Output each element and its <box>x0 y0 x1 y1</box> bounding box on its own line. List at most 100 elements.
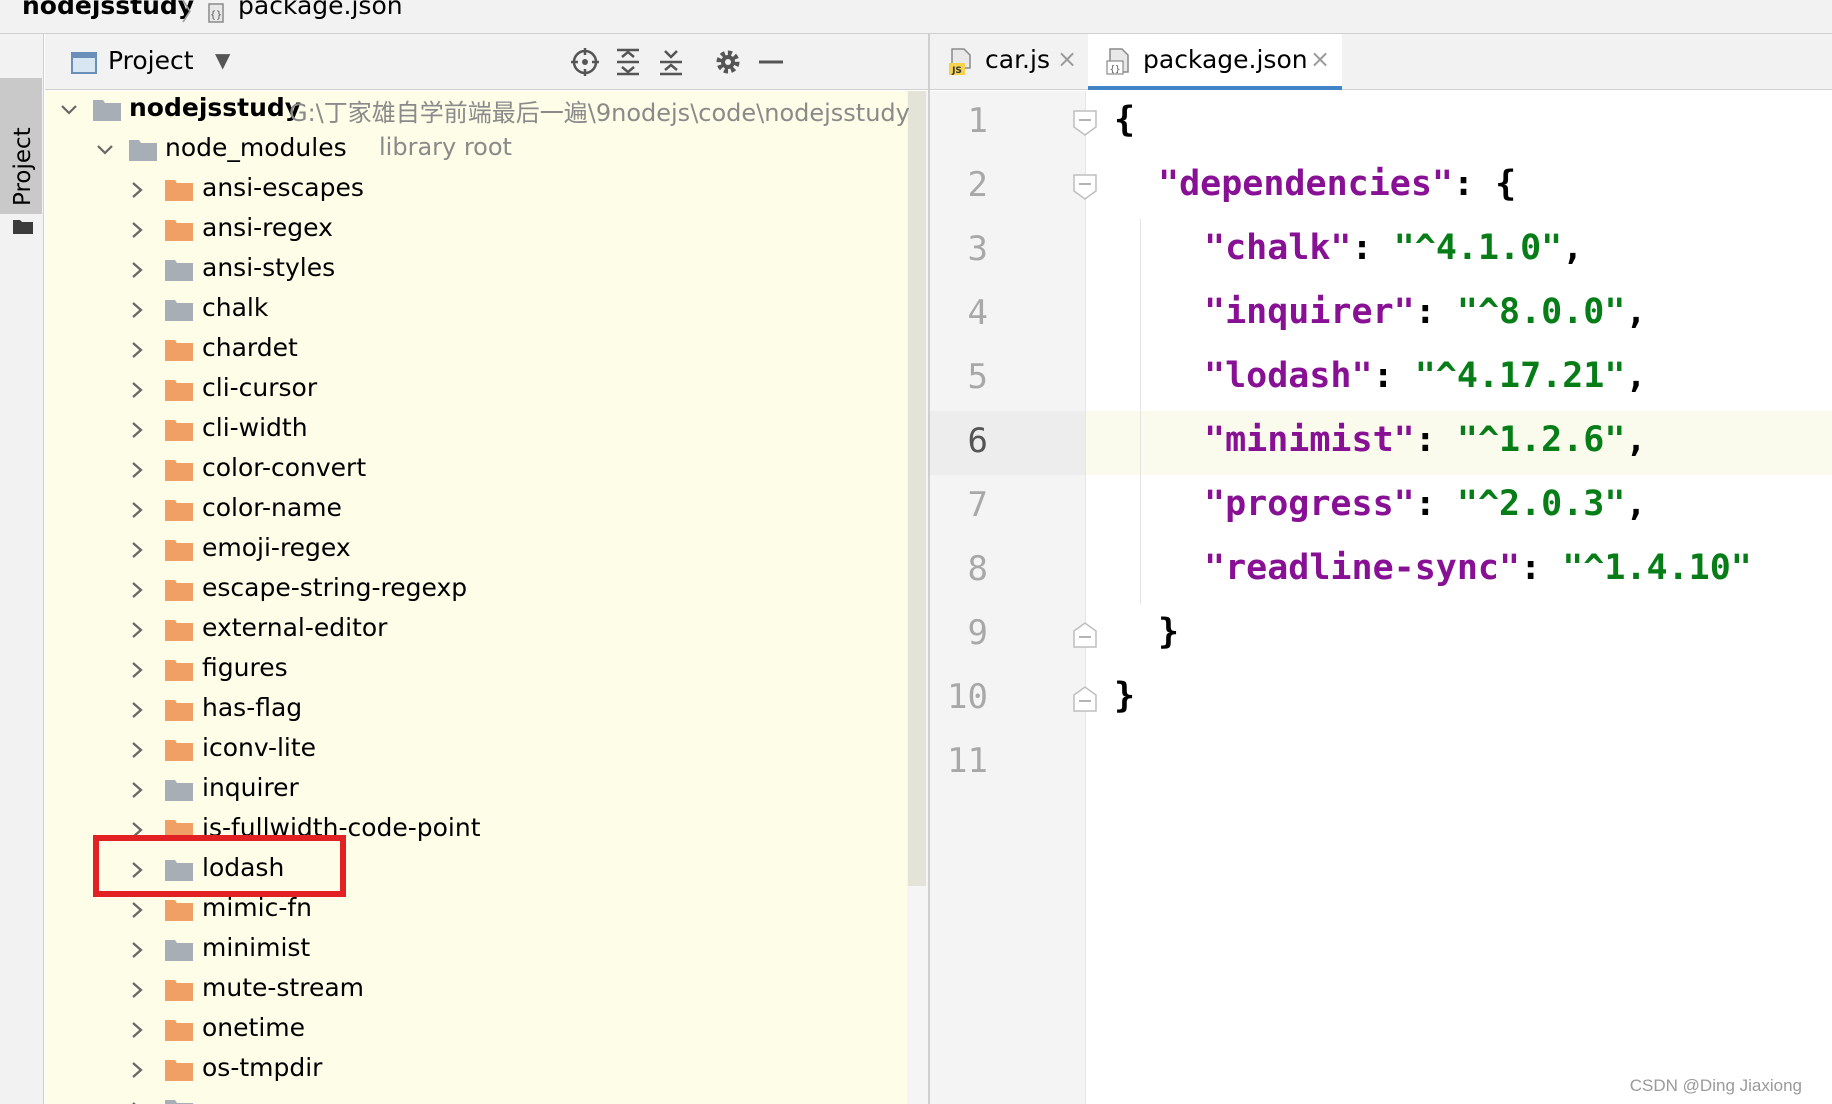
tree-row[interactable]: figures <box>45 651 907 691</box>
chevron-right-icon[interactable] <box>130 1100 144 1104</box>
tree-row[interactable]: ansi-regex <box>45 211 907 251</box>
chevron-right-icon[interactable] <box>130 980 144 1000</box>
code-editor[interactable]: 1 {2 "dependencies": {3 "chalk": "^4.1.0", 4… <box>930 91 1832 1104</box>
chevron-right-icon[interactable] <box>130 1020 144 1040</box>
collapse-all-icon[interactable] <box>655 46 687 78</box>
tool-window-stripe: Project <box>0 34 44 1104</box>
tree-row[interactable]: cli-cursor <box>45 371 907 411</box>
close-icon[interactable]: × <box>1310 45 1330 73</box>
json-string: "^4.17.21" <box>1414 356 1626 396</box>
tree-row[interactable]: iconv-lite <box>45 731 907 771</box>
hide-panel-icon[interactable] <box>755 46 787 78</box>
tree-row[interactable]: emoji-regex <box>45 531 907 571</box>
tree-row[interactable] <box>45 1091 907 1104</box>
tree-row[interactable]: mute-stream <box>45 971 907 1011</box>
tree-row[interactable]: escape-string-regexp <box>45 571 907 611</box>
folder-icon <box>165 380 193 401</box>
chevron-down-icon[interactable]: ▼ <box>215 48 230 72</box>
chevron-right-icon[interactable] <box>130 460 144 480</box>
chevron-right-icon[interactable] <box>130 740 144 760</box>
breadcrumb-file[interactable]: package.json <box>238 0 403 20</box>
chevron-down-icon[interactable] <box>95 140 115 160</box>
locate-icon[interactable] <box>569 46 601 78</box>
line-number: 3 <box>967 229 988 269</box>
tree-row[interactable]: ansi-escapes <box>45 171 907 211</box>
ide-window: nodejsstudy 〉 {} package.json Project Pr… <box>0 0 1832 1104</box>
json-key: "progress" <box>1204 484 1415 524</box>
tree-row[interactable]: minimist <box>45 931 907 971</box>
json-file-icon: {} <box>208 3 224 23</box>
json-key: "chalk" <box>1204 228 1352 268</box>
line-number: 4 <box>967 293 988 333</box>
tree-row[interactable]: mimic-fn <box>45 891 907 931</box>
navigation-bar: nodejsstudy 〉 {} package.json <box>0 0 1832 34</box>
chevron-right-icon[interactable] <box>130 660 144 680</box>
tree-scrollbar-thumb[interactable] <box>908 91 926 886</box>
folder-icon <box>165 1100 193 1104</box>
chevron-right-icon[interactable] <box>130 700 144 720</box>
folder-icon <box>165 580 193 601</box>
tree-item-label: external-editor <box>202 613 388 642</box>
folder-icon <box>165 220 193 241</box>
code-line: } <box>1114 676 1135 716</box>
chevron-right-icon[interactable] <box>130 260 144 280</box>
chevron-right-icon[interactable] <box>130 580 144 600</box>
tree-row[interactable]: has-flag <box>45 691 907 731</box>
gear-icon[interactable] <box>712 46 744 78</box>
fold-end-icon[interactable] <box>1071 621 1099 649</box>
project-root-name: nodejsstudy <box>129 93 302 122</box>
tree-row[interactable]: os-tmpdir <box>45 1051 907 1091</box>
tree-row[interactable]: color-name <box>45 491 907 531</box>
breadcrumb-project[interactable]: nodejsstudy <box>22 0 194 20</box>
fold-collapse-icon[interactable] <box>1071 173 1099 201</box>
tree-item-label: os-tmpdir <box>202 1053 323 1082</box>
chevron-right-icon[interactable] <box>130 380 144 400</box>
chevron-right-icon[interactable] <box>130 180 144 200</box>
fold-collapse-icon[interactable] <box>1071 109 1099 137</box>
line-number: 11 <box>947 741 988 781</box>
tree-row-node-modules[interactable]: node_modules library root <box>45 131 907 171</box>
svg-text:JS: JS <box>951 66 962 76</box>
chevron-right-icon[interactable] <box>130 500 144 520</box>
chevron-right-icon[interactable] <box>130 340 144 360</box>
chevron-down-icon[interactable] <box>59 100 79 120</box>
chevron-right-icon[interactable] <box>130 300 144 320</box>
tree-row[interactable]: chardet <box>45 331 907 371</box>
active-tab-indicator <box>1088 86 1342 90</box>
json-string: "^1.2.6" <box>1456 420 1626 460</box>
tree-row[interactable]: onetime <box>45 1011 907 1051</box>
fold-end-icon[interactable] <box>1071 685 1099 713</box>
tree-row-project-root[interactable]: nodejsstudy G:\丁家雄自学前端最后一遍\9nodejs\code\… <box>45 91 910 131</box>
line-number: 7 <box>967 485 988 525</box>
chevron-right-icon[interactable] <box>130 1060 144 1080</box>
breadcrumb-separator: 〉 <box>181 0 205 26</box>
folder-icon <box>165 940 193 961</box>
json-string: "^1.4.10" <box>1562 548 1752 588</box>
project-tool-tab[interactable]: Project <box>0 78 42 234</box>
chevron-right-icon[interactable] <box>130 620 144 640</box>
tree-row[interactable]: inquirer <box>45 771 907 811</box>
editor-tab-bar: JS car.js × {} package.json × <box>930 34 1832 90</box>
chevron-right-icon[interactable] <box>130 940 144 960</box>
tree-row[interactable]: external-editor <box>45 611 907 651</box>
colon: : <box>1372 356 1415 396</box>
chevron-right-icon[interactable] <box>130 780 144 800</box>
folder-icon <box>165 340 193 361</box>
tab-car-js[interactable]: JS car.js × <box>930 34 1088 90</box>
chevron-right-icon[interactable] <box>130 900 144 920</box>
tree-item-label: emoji-regex <box>202 533 351 562</box>
expand-all-icon[interactable] <box>612 46 644 78</box>
colon: : <box>1414 292 1457 332</box>
project-view-title[interactable]: Project <box>108 46 194 75</box>
tree-row[interactable]: chalk <box>45 291 907 331</box>
tab-package-json[interactable]: {} package.json × <box>1088 34 1342 90</box>
tree-row[interactable]: ansi-styles <box>45 251 907 291</box>
chevron-right-icon[interactable] <box>130 420 144 440</box>
chevron-right-icon[interactable] <box>130 540 144 560</box>
tree-row[interactable]: cli-width <box>45 411 907 451</box>
tree-row[interactable]: color-convert <box>45 451 907 491</box>
chevron-right-icon[interactable] <box>130 220 144 240</box>
close-icon[interactable]: × <box>1057 45 1077 73</box>
project-tree: nodejsstudy G:\丁家雄自学前端最后一遍\9nodejs\code\… <box>45 91 928 1104</box>
tree-item-label: onetime <box>202 1013 306 1042</box>
